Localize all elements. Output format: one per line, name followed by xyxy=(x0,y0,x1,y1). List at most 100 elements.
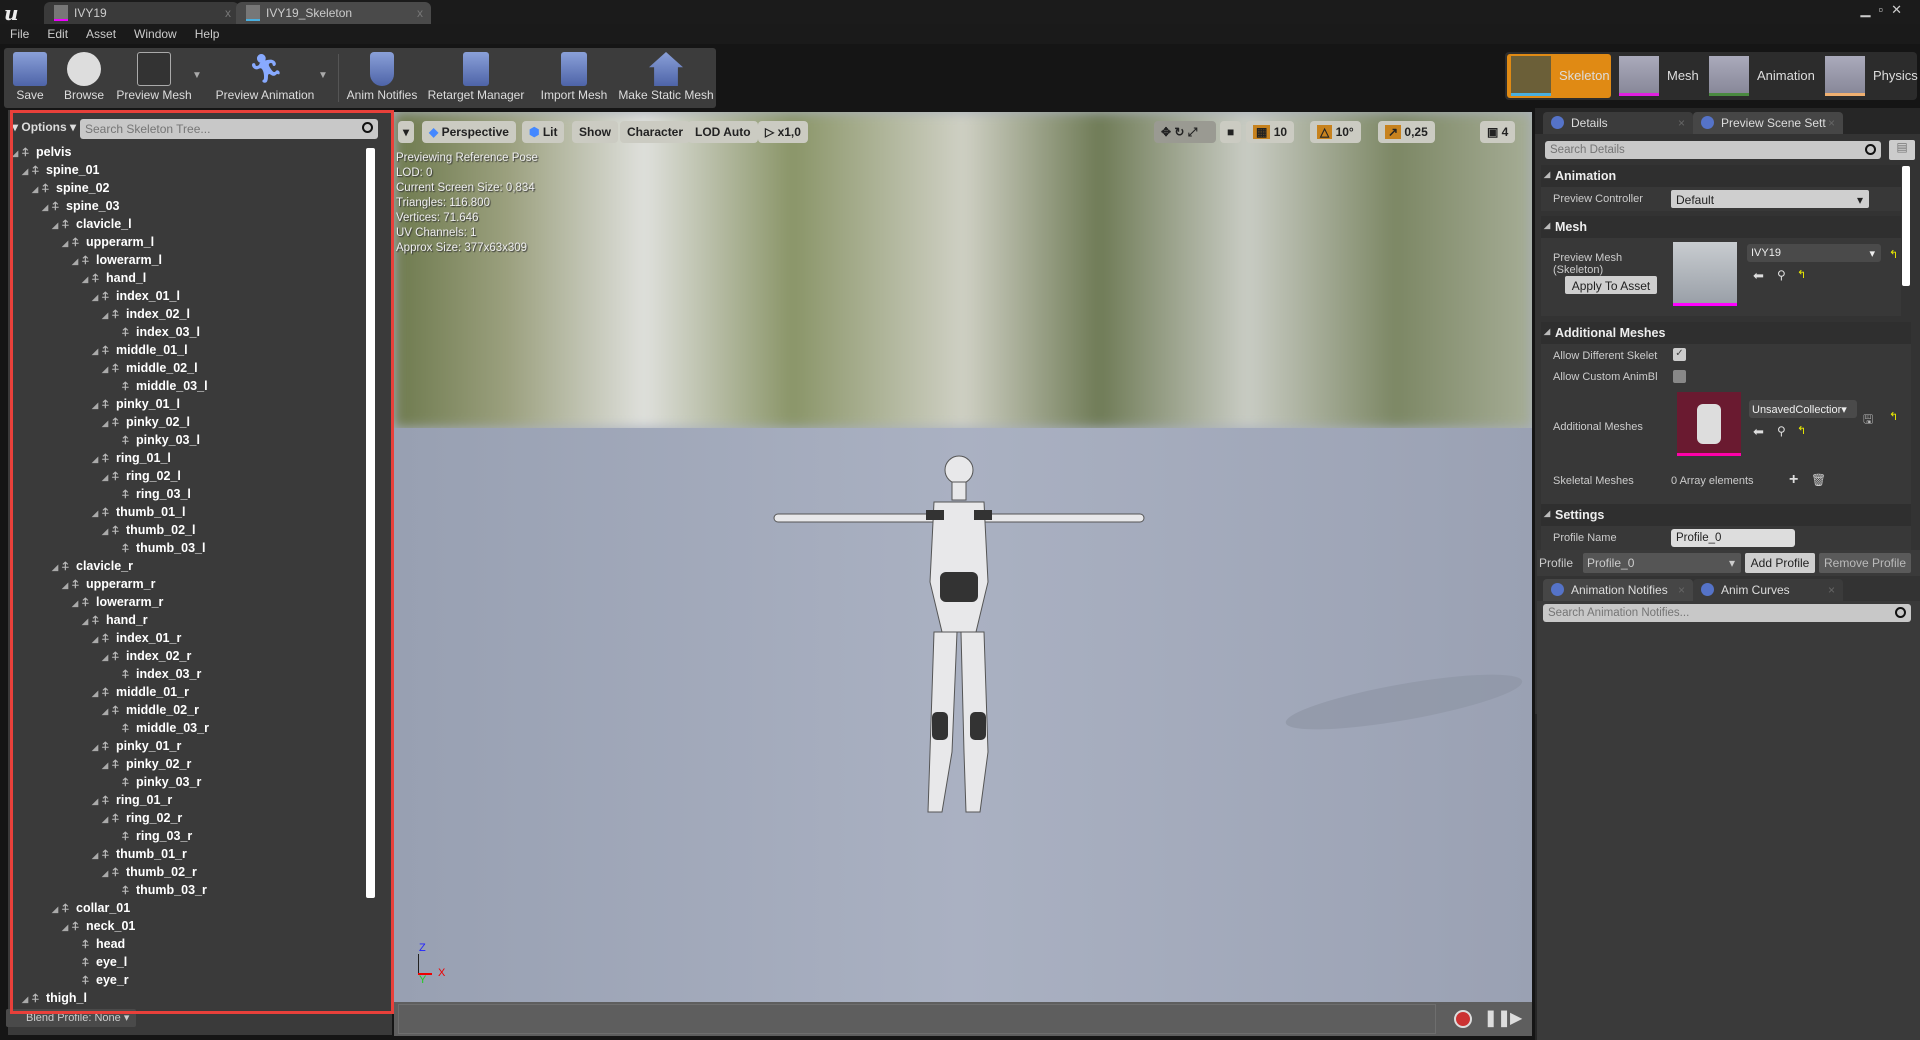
close-icon[interactable]: × xyxy=(1828,583,1835,597)
details-search-input[interactable] xyxy=(1545,141,1881,159)
preview-mesh-thumbnail[interactable] xyxy=(1673,242,1737,306)
skeleton-search-input[interactable] xyxy=(80,119,378,139)
perspective-button[interactable]: ◆ Perspective xyxy=(422,121,516,143)
details-scrollbar[interactable] xyxy=(1902,166,1910,286)
bone-row[interactable]: ◢ ⍏ pinky_02_l xyxy=(102,415,190,433)
make-static-mesh-button[interactable]: Make Static Mesh xyxy=(616,48,716,108)
profile-name-input[interactable] xyxy=(1671,529,1795,547)
step-forward-icon[interactable]: ▶ xyxy=(1510,1008,1522,1028)
expand-arrow-icon[interactable]: ◢ xyxy=(92,401,102,410)
doc-tab-ivy19[interactable]: IVY19 x xyxy=(44,2,239,24)
bone-row[interactable]: ◢ ⍏ ring_02_r xyxy=(102,811,182,829)
close-icon[interactable]: x xyxy=(225,6,231,20)
expand-arrow-icon[interactable]: ◢ xyxy=(62,923,72,932)
bone-row[interactable]: ◢ ⍏ upperarm_l xyxy=(62,235,154,253)
view-options-icon[interactable]: ▤ xyxy=(1889,140,1915,160)
expand-arrow-icon[interactable]: ◢ xyxy=(102,527,112,536)
expand-arrow-icon[interactable]: ◢ xyxy=(102,761,112,770)
bone-row[interactable]: ◢ ⍏ pelvis xyxy=(12,145,71,163)
expand-arrow-icon[interactable]: ◢ xyxy=(92,743,102,752)
close-icon[interactable]: × xyxy=(1678,583,1685,597)
world-local-toggle[interactable]: ■ xyxy=(1220,121,1242,143)
tab-anim-curves[interactable]: Anim Curves × xyxy=(1693,579,1843,601)
section-settings[interactable]: Settings xyxy=(1541,504,1911,526)
expand-arrow-icon[interactable]: ◢ xyxy=(42,203,52,212)
bone-row[interactable]: ◢ ⍏ lowerarm_l xyxy=(72,253,162,271)
transform-mode-buttons[interactable]: ✥ ↻ ⤢ xyxy=(1154,121,1216,143)
anim-notifies-button[interactable]: Anim Notifies xyxy=(342,48,422,108)
bone-row[interactable]: ◢ ⍏ clavicle_r xyxy=(52,559,133,577)
grid-snap-toggle[interactable]: ▦ 10 xyxy=(1246,121,1295,143)
profile-dropdown[interactable]: Profile_0 ▾ xyxy=(1583,553,1741,573)
preview-animation-dropdown[interactable]: ▼ xyxy=(318,70,328,81)
browse-button[interactable]: Browse xyxy=(56,48,112,108)
bone-row[interactable]: ⍏ middle_03_r xyxy=(112,721,209,739)
search-icon[interactable] xyxy=(1895,607,1906,618)
mode-physics[interactable]: Physics xyxy=(1821,54,1918,98)
scale-snap-toggle[interactable]: ↗ 0,25 xyxy=(1378,121,1435,143)
expand-arrow-icon[interactable]: ◢ xyxy=(92,293,102,302)
preview-mesh-button[interactable]: Preview Mesh xyxy=(114,48,194,108)
use-selected-icon[interactable]: ⬅ xyxy=(1753,424,1764,440)
expand-arrow-icon[interactable]: ◢ xyxy=(22,995,32,1004)
bone-row[interactable]: ◢ ⍏ thumb_01_r xyxy=(92,847,187,865)
retarget-manager-button[interactable]: Retarget Manager xyxy=(424,48,528,108)
reset-icon[interactable]: ↰ xyxy=(1889,410,1898,423)
bone-row[interactable]: ◢ ⍏ ring_02_l xyxy=(102,469,181,487)
timeline-scrubber[interactable] xyxy=(398,1004,1436,1034)
preview-controller-dropdown[interactable]: Default ▾ xyxy=(1671,190,1869,208)
expand-arrow-icon[interactable]: ◢ xyxy=(102,473,112,482)
notifies-search-input[interactable] xyxy=(1543,604,1911,622)
expand-arrow-icon[interactable]: ◢ xyxy=(102,311,112,320)
expand-arrow-icon[interactable]: ◢ xyxy=(102,419,112,428)
bone-row[interactable]: ◢ ⍏ hand_l xyxy=(82,271,146,289)
apply-to-asset-button[interactable]: Apply To Asset xyxy=(1565,276,1657,294)
add-element-icon[interactable]: + xyxy=(1789,471,1798,489)
character-button[interactable]: Character xyxy=(620,121,691,143)
expand-arrow-icon[interactable]: ◢ xyxy=(102,707,112,716)
reset-icon[interactable]: ↰ xyxy=(1797,268,1806,281)
mode-animation[interactable]: Animation xyxy=(1705,54,1815,98)
viewport[interactable]: ▾ ◆ Perspective ⬢ Lit Show Character LOD… xyxy=(394,112,1532,1002)
reset-icon[interactable]: ↰ xyxy=(1797,424,1806,437)
trash-icon[interactable]: 🗑︎ xyxy=(1811,473,1826,487)
search-icon[interactable] xyxy=(1865,144,1876,155)
mode-skeleton[interactable]: Skeleton xyxy=(1507,54,1611,98)
expand-arrow-icon[interactable]: ◢ xyxy=(32,185,42,194)
bone-row[interactable]: ◢ ⍏ pinky_02_r xyxy=(102,757,191,775)
browse-icon[interactable]: ⚲ xyxy=(1777,424,1786,438)
bone-row[interactable]: ◢ ⍏ hand_r xyxy=(82,613,148,631)
bone-row[interactable]: ◢ ⍏ index_01_l xyxy=(92,289,180,307)
save-icon[interactable]: 🖫 xyxy=(1863,410,1873,431)
preview-mesh-dropdown[interactable]: IVY19 ▾ xyxy=(1747,244,1881,262)
additional-meshes-dropdown[interactable]: UnsavedCollectior▾ xyxy=(1749,400,1857,418)
bone-row[interactable]: ◢ ⍏ neck_01 xyxy=(62,919,135,937)
tab-animation-notifies[interactable]: Animation Notifies × xyxy=(1543,579,1693,601)
bone-row[interactable]: ◢ ⍏ pinky_01_r xyxy=(92,739,181,757)
preview-animation-button[interactable]: 🏃︎ Preview Animation xyxy=(210,48,320,108)
bone-row[interactable]: ◢ ⍏ upperarm_r xyxy=(62,577,155,595)
playback-speed-button[interactable]: ▷ x1,0 xyxy=(758,121,808,143)
expand-arrow-icon[interactable]: ◢ xyxy=(52,905,62,914)
expand-arrow-icon[interactable]: ◢ xyxy=(92,797,102,806)
record-icon[interactable] xyxy=(1454,1010,1472,1028)
browse-icon[interactable]: ⚲ xyxy=(1777,268,1786,282)
bone-row[interactable]: ◢ ⍏ index_01_r xyxy=(92,631,181,649)
add-profile-button[interactable]: Add Profile xyxy=(1745,553,1815,573)
bone-row[interactable]: ◢ ⍏ pinky_01_l xyxy=(92,397,180,415)
bone-row[interactable]: ⍏ pinky_03_r xyxy=(112,775,201,793)
expand-arrow-icon[interactable]: ◢ xyxy=(92,635,102,644)
import-mesh-button[interactable]: Import Mesh xyxy=(532,48,616,108)
expand-arrow-icon[interactable]: ◢ xyxy=(12,149,22,158)
rotation-snap-toggle[interactable]: △ 10° xyxy=(1310,121,1361,143)
bone-row[interactable]: ⍏ index_03_r xyxy=(112,667,201,685)
tab-preview-scene-settings[interactable]: Preview Scene Sett × xyxy=(1693,112,1843,134)
bone-row[interactable]: ◢ ⍏ ring_01_l xyxy=(92,451,171,469)
remove-profile-button[interactable]: Remove Profile xyxy=(1819,553,1911,573)
bone-row[interactable]: ⍏ index_03_l xyxy=(112,325,200,343)
lit-button[interactable]: ⬢ Lit xyxy=(522,121,565,143)
expand-arrow-icon[interactable]: ◢ xyxy=(102,869,112,878)
bone-row[interactable]: ◢ ⍏ thumb_02_l xyxy=(102,523,195,541)
expand-arrow-icon[interactable]: ◢ xyxy=(52,563,62,572)
close-icon[interactable]: x xyxy=(417,6,423,20)
